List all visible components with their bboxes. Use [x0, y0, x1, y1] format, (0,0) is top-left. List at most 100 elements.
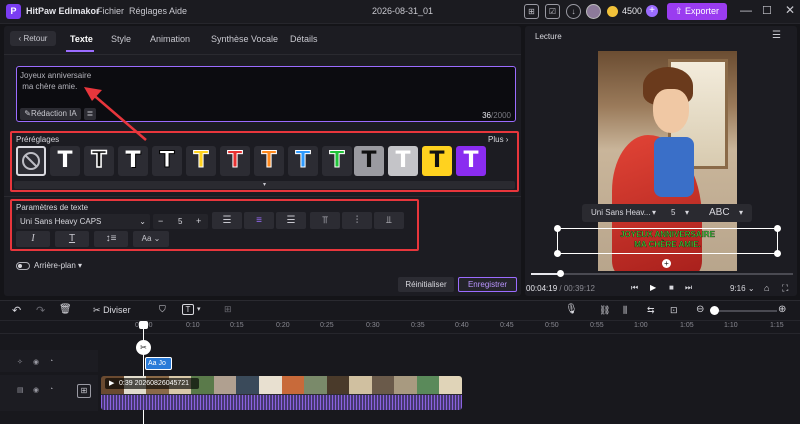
play-icon[interactable]: ▶	[650, 283, 656, 292]
add-media-icon[interactable]: ⊞	[224, 304, 232, 315]
italic-button[interactable]: I	[16, 231, 50, 247]
preset-white-outline[interactable]: T	[152, 146, 182, 176]
mic-icon[interactable]: 🎙	[565, 304, 578, 315]
download-icon[interactable]: ↓	[566, 4, 581, 19]
tab-animation[interactable]: Animation	[150, 34, 190, 44]
menu-aide[interactable]: Aide	[169, 6, 187, 16]
maximize-icon[interactable]: ☐	[762, 4, 772, 17]
split-button[interactable]: ✂ Diviser	[93, 305, 131, 316]
menu-reglages[interactable]: Réglages	[129, 6, 167, 16]
zoom-out-icon[interactable]: ⊖	[696, 304, 704, 315]
valign-bottom-button[interactable]: ⫫	[374, 212, 404, 229]
undo-icon[interactable]: ↶	[12, 304, 21, 317]
ripple-icon[interactable]: ⇆	[647, 305, 655, 316]
resize-handle-tr[interactable]	[774, 225, 781, 232]
avatar[interactable]	[586, 4, 601, 19]
valign-middle-button[interactable]: ⫶	[342, 212, 372, 229]
text-case-select[interactable]: Aa ⌄	[133, 231, 169, 247]
tab-synthese-vocale[interactable]: Synthèse Vocale	[211, 34, 278, 44]
tab-details[interactable]: Détails	[290, 34, 318, 44]
delete-icon[interactable]: 🗑	[59, 304, 72, 315]
preset-white-bold[interactable]: T	[50, 146, 80, 176]
eye-icon[interactable]: ◉	[33, 358, 39, 366]
presets-expand-bar[interactable]: ▾	[14, 181, 515, 189]
font-size-value[interactable]: 5	[178, 214, 182, 229]
playhead-handle[interactable]	[139, 321, 148, 329]
tab-style[interactable]: Style	[111, 34, 131, 44]
playback-progress-track[interactable]	[531, 270, 793, 277]
stop-icon[interactable]: ■	[669, 283, 674, 292]
text-clip[interactable]: Aa Jo	[145, 357, 172, 370]
preset-yellow-box[interactable]: T	[422, 146, 452, 176]
save-button[interactable]: Enregistrer	[458, 277, 517, 292]
timeline-ruler[interactable]	[100, 321, 800, 333]
redo-icon[interactable]: ↷	[36, 304, 45, 317]
align-center-button[interactable]: ≡	[244, 212, 274, 229]
resize-handle-tl[interactable]	[554, 225, 561, 232]
next-frame-icon[interactable]: ⏭	[685, 283, 692, 293]
preset-yellow[interactable]: T	[186, 146, 216, 176]
font-family-select[interactable]: Uni Sans Heavy CAPS ⌄	[16, 214, 150, 229]
preview-font-select[interactable]: Uni Sans Heav...	[591, 204, 650, 222]
preset-gray-box[interactable]: T	[354, 146, 384, 176]
preset-outline-black[interactable]: T	[84, 146, 114, 176]
increase-icon[interactable]: +	[196, 214, 201, 229]
align-right-button[interactable]: ☰	[276, 212, 306, 229]
add-cover-icon[interactable]: ⊞	[77, 384, 91, 398]
split-at-playhead-icon[interactable]: ✂	[136, 340, 151, 355]
playback-progress-knob[interactable]	[556, 270, 564, 277]
video-clip[interactable]: ▶ 0:39 20260826045721	[101, 376, 462, 410]
text-tool-icon[interactable]: T	[182, 304, 194, 315]
preset-green[interactable]: T	[322, 146, 352, 176]
audio-icon[interactable]: ◔	[49, 386, 53, 393]
minimize-icon[interactable]: —	[740, 3, 752, 17]
tab-texte[interactable]: Texte	[70, 34, 93, 44]
font-size-stepper[interactable]: − 5 +	[153, 214, 208, 229]
presets-more-link[interactable]: Plus ›	[488, 135, 508, 144]
snap-icon[interactable]: ⫼	[623, 305, 627, 316]
rotate-handle-icon[interactable]: +	[662, 259, 671, 268]
ai-icon[interactable]: ⊡	[670, 305, 678, 316]
preview-font-size[interactable]: 5	[671, 204, 675, 222]
preset-orange[interactable]: T	[254, 146, 284, 176]
preset-purple-box[interactable]: T	[456, 146, 486, 176]
ai-writing-button[interactable]: ✎Rédaction IA	[20, 108, 81, 120]
underline-button[interactable]: T	[55, 231, 89, 247]
resize-handle-br[interactable]	[774, 250, 781, 257]
background-toggle[interactable]	[16, 262, 30, 270]
crop-icon[interactable]: ⊞	[524, 4, 539, 19]
add-credits-icon[interactable]: +	[646, 5, 658, 17]
export-button[interactable]: ⇧ Exporter	[667, 3, 727, 20]
decrease-icon[interactable]: −	[158, 214, 163, 229]
preset-none[interactable]	[16, 146, 46, 176]
marker-icon[interactable]: ⛉	[159, 304, 166, 315]
zoom-slider-knob[interactable]	[710, 306, 719, 315]
align-left-button[interactable]: ☰	[212, 212, 242, 229]
resize-handle-bl[interactable]	[554, 250, 561, 257]
background-label[interactable]: Arrière-plan ▾	[34, 261, 82, 270]
zoom-in-icon[interactable]: ⊕	[778, 304, 786, 315]
preset-light-box[interactable]: T	[388, 146, 418, 176]
film-icon[interactable]: ▤	[17, 386, 24, 394]
preview-style-select[interactable]: ABC	[709, 204, 730, 222]
reset-button[interactable]: Réinitialiser	[398, 277, 454, 292]
link-icon[interactable]: ⛓	[599, 305, 610, 316]
preview-menu-icon[interactable]: ☰	[772, 30, 781, 41]
caption-selection-box[interactable]: JOYEUX ANNIVERSAIRE MA CHÈRE AMIE.	[557, 228, 778, 254]
line-spacing-button[interactable]: ↕≡	[94, 231, 128, 247]
fullscreen-icon[interactable]: ⛶	[782, 283, 788, 294]
preset-red[interactable]: T	[220, 146, 250, 176]
back-button[interactable]: ‹ Retour	[10, 31, 56, 46]
menu-fichier[interactable]: Fichier	[97, 6, 124, 16]
checklist-icon[interactable]: ☑	[545, 4, 560, 19]
preset-white-shadow[interactable]: T	[118, 146, 148, 176]
aspect-ratio-select[interactable]: 9:16 ⌄	[730, 284, 755, 293]
snapshot-icon[interactable]: ⌂	[764, 283, 769, 293]
close-icon[interactable]: ✕	[785, 3, 795, 17]
lock-icon[interactable]: ◔	[49, 358, 53, 365]
caret-down-icon[interactable]: ▾	[197, 305, 201, 313]
eye-icon[interactable]: ◉	[33, 386, 39, 394]
zoom-slider-track[interactable]	[711, 310, 777, 312]
preset-blue[interactable]: T	[288, 146, 318, 176]
sparkle-icon[interactable]: ✧	[17, 358, 23, 366]
